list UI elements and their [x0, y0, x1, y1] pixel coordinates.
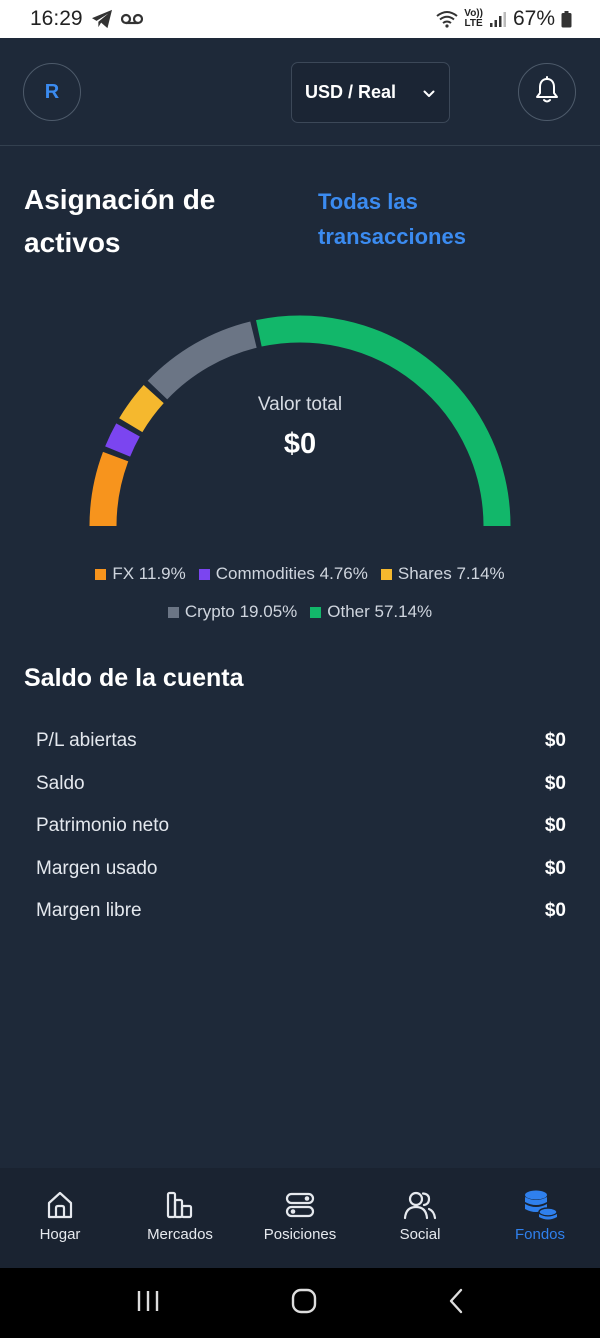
volte-indicator: Vo)) LTE: [464, 9, 483, 29]
account-selector-label: USD / Real: [305, 82, 397, 102]
legend-label-commodities: Commodities 4.76%: [215, 564, 368, 583]
balance-label: Margen usado: [36, 857, 158, 879]
nav-label-markets: Mercados: [147, 1226, 213, 1243]
nav-item-markets[interactable]: Mercados: [120, 1168, 240, 1268]
gauge-segment-commodities: [105, 423, 140, 457]
system-nav-bar: [0, 1268, 600, 1338]
markets-icon: [164, 1189, 196, 1221]
balance-value: $0: [544, 857, 566, 879]
nav-label-funds: Fondos: [514, 1226, 566, 1243]
notifications-button[interactable]: [518, 63, 576, 121]
balance-value: $0: [544, 900, 566, 922]
balance-title: Saldo de la cuenta: [24, 664, 244, 692]
balance-value: $0: [544, 772, 566, 794]
telegram-icon: [91, 9, 113, 29]
legend-item-other: Other 57.14%: [310, 602, 432, 622]
balance-list: P/L abiertas $0 Saldo $0 Patrimonio neto…: [36, 720, 566, 933]
battery-percent: 67%: [512, 7, 555, 30]
voicemail-icon: [120, 13, 143, 25]
account-selector[interactable]: USD / Real: [291, 62, 450, 123]
balance-row-used-margin: Margen usado $0: [36, 848, 566, 891]
legend-item-crypto: Crypto 19.05%: [167, 602, 298, 622]
funds-icon: [522, 1189, 558, 1221]
all-transactions-link[interactable]: Todas las transacciones: [318, 184, 538, 254]
gauge-center: Valor total $0: [150, 394, 450, 461]
nav-label-social: Social: [399, 1226, 441, 1243]
status-right: Vo)) LTE 67%: [436, 7, 572, 31]
gauge-segment-crypto: [147, 321, 257, 400]
avatar-initial: R: [44, 80, 60, 103]
social-icon: [403, 1189, 437, 1221]
legend-label-crypto: Crypto 19.05%: [184, 602, 298, 621]
nav-item-positions[interactable]: Posiciones: [240, 1168, 360, 1268]
home-icon: [44, 1189, 76, 1221]
chevron-down-icon: [423, 82, 435, 103]
status-time: 16:29: [30, 7, 83, 30]
balance-value: $0: [544, 730, 566, 752]
balance-label: P/L abiertas: [36, 730, 137, 752]
nav-item-social[interactable]: Social: [360, 1168, 480, 1268]
bottom-nav: Hogar Mercados Posiciones Social Fondos: [0, 1168, 600, 1268]
balance-row-open-pl: P/L abiertas $0: [36, 720, 566, 763]
back-icon[interactable]: [447, 1288, 465, 1319]
legend-label-other: Other 57.14%: [327, 602, 433, 621]
bell-icon: [534, 75, 560, 109]
legend-swatch-shares: [380, 568, 392, 580]
volte-bottom: LTE: [464, 18, 483, 29]
home-button-icon[interactable]: [291, 1288, 317, 1319]
legend-swatch-fx: [95, 568, 107, 580]
total-value: $0: [283, 428, 317, 460]
chart-legend-row-2: Crypto 19.05% Other 57.14%: [0, 602, 600, 622]
legend-swatch-other: [310, 606, 322, 618]
nav-label-positions: Posiciones: [263, 1226, 337, 1243]
status-left: 16:29: [30, 7, 143, 31]
legend-label-shares: Shares 7.14%: [397, 564, 505, 583]
legend-item-commodities: Commodities 4.76%: [198, 564, 368, 584]
balance-row-free-margin: Margen libre $0: [36, 890, 566, 933]
total-value-label: Valor total: [257, 394, 343, 415]
legend-swatch-commodities: [198, 568, 210, 580]
nav-label-home: Hogar: [39, 1226, 81, 1243]
balance-value: $0: [544, 815, 566, 837]
chart-legend-row-1: FX 11.9% Commodities 4.76% Shares 7.14%: [0, 564, 600, 584]
allocation-title: Asignación de activos: [24, 184, 216, 258]
recent-apps-icon[interactable]: [135, 1289, 161, 1318]
legend-label-fx: FX 11.9%: [112, 564, 186, 583]
balance-row-equity: Patrimonio neto $0: [36, 805, 566, 848]
legend-item-shares: Shares 7.14%: [380, 564, 505, 584]
positions-icon: [284, 1189, 316, 1221]
balance-label: Saldo: [36, 772, 85, 794]
avatar[interactable]: R: [23, 63, 81, 121]
balance-label: Patrimonio neto: [36, 815, 170, 837]
wifi-icon: [436, 10, 458, 28]
signal-icon: [489, 11, 507, 27]
gauge-segment-fx: [89, 451, 129, 527]
legend-swatch-crypto: [167, 606, 179, 618]
app-header: R USD / Real: [0, 38, 600, 146]
status-bar: 16:29 Vo)) LTE 67%: [0, 0, 600, 38]
legend-item-fx: FX 11.9%: [95, 564, 186, 584]
nav-item-funds[interactable]: Fondos: [480, 1168, 600, 1268]
battery-icon: [561, 10, 572, 28]
balance-label: Margen libre: [36, 900, 142, 922]
nav-item-home[interactable]: Hogar: [0, 1168, 120, 1268]
balance-row-balance: Saldo $0: [36, 763, 566, 806]
